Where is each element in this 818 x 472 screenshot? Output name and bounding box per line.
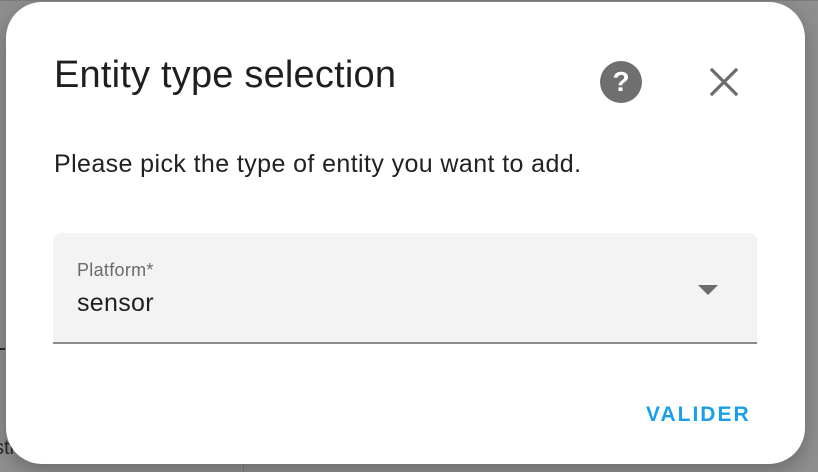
- help-icon[interactable]: ?: [600, 61, 642, 103]
- platform-select-label: Platform*: [77, 260, 154, 280]
- dialog-description: Please pick the type of entity you want …: [54, 150, 582, 178]
- validate-button[interactable]: VALIDER: [638, 397, 759, 433]
- background-divider-horizontal: [0, 0, 818, 1]
- close-icon-svg: [709, 67, 739, 97]
- menu-down-icon: [698, 285, 718, 295]
- entity-type-dialog: Entity type selection ? Please pick the …: [6, 2, 805, 464]
- help-glyph: ?: [612, 66, 630, 97]
- background-tick: [0, 348, 5, 350]
- platform-select-value: sensor: [77, 289, 154, 317]
- close-icon[interactable]: [704, 62, 744, 102]
- platform-select[interactable]: Platform* sensor: [53, 233, 757, 344]
- dialog-title: Entity type selection: [54, 54, 397, 96]
